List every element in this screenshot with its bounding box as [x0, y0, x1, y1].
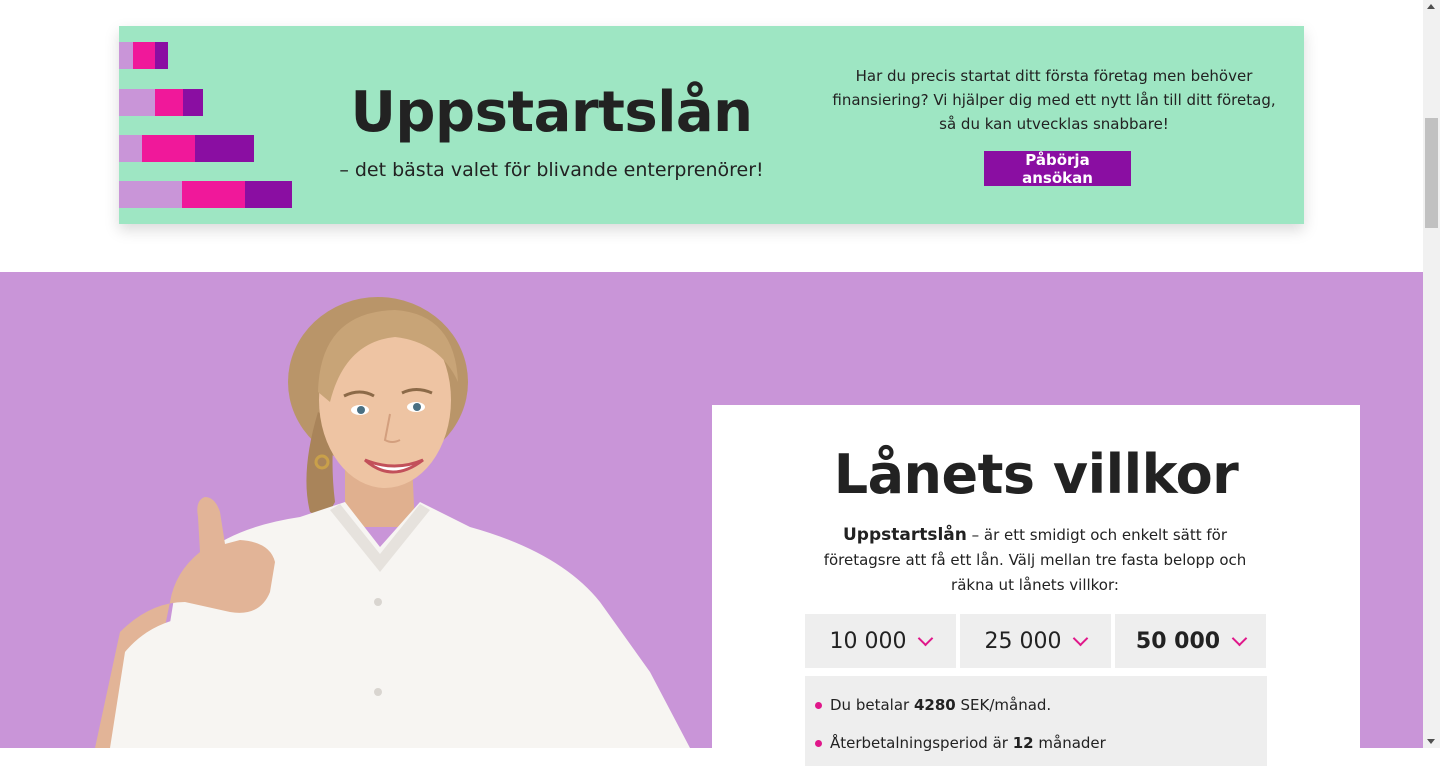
card-description-bold: Uppstartslån	[842, 525, 967, 545]
scroll-up-arrow-icon[interactable]	[1427, 4, 1435, 9]
monthly-prefix: Du betalar	[830, 696, 910, 714]
loan-terms-card: Lånets villkor Uppstartslån – är ett smi…	[712, 405, 1360, 766]
period-suffix: månader	[1038, 734, 1106, 752]
monthly-payment-row: Du betalar 4280 SEK/månad.	[815, 696, 1051, 714]
card-description: Uppstartslån – är ett smidigt och enkelt…	[810, 523, 1260, 598]
period-value: 12	[1012, 734, 1034, 752]
promo-banner: Uppstartslån – det bästa valet för bliva…	[119, 26, 1304, 224]
chevron-down-icon	[1231, 630, 1248, 646]
amount-option-25000[interactable]: 25 000	[960, 614, 1111, 668]
chevron-down-icon	[1073, 630, 1089, 646]
monthly-suffix: SEK/månad.	[960, 696, 1052, 714]
page-scrollbar[interactable]	[1423, 0, 1440, 748]
banner-title: Uppstartslån	[350, 80, 753, 145]
scroll-down-arrow-icon[interactable]	[1427, 739, 1435, 744]
hero-section: Lånets villkor Uppstartslån – är ett smi…	[0, 272, 1423, 766]
banner-description: Har du precis startat ditt första företa…	[832, 67, 1276, 133]
amount-option-10000[interactable]: 10 000	[805, 614, 956, 668]
scroll-thumb[interactable]	[1425, 118, 1438, 228]
banner-subtitle: – det bästa valet för blivande enterpren…	[339, 159, 764, 181]
amount-label: 10 000	[829, 628, 907, 654]
amount-selector: 10 000 25 000 50 000	[805, 614, 1266, 668]
repayment-period-row: Återbetalningsperiod är 12 månader	[815, 734, 1106, 752]
apply-button[interactable]: Påbörja ansökan	[984, 151, 1131, 187]
amount-option-50000[interactable]: 50 000	[1115, 614, 1266, 668]
bullet-icon	[815, 701, 822, 709]
hero-person-image	[0, 272, 720, 748]
bullet-icon	[815, 739, 822, 747]
chevron-down-icon	[918, 630, 934, 646]
amount-label: 25 000	[984, 628, 1062, 654]
period-prefix: Återbetalningsperiod är	[830, 734, 1008, 752]
loan-info-box: Du betalar 4280 SEK/månad. Återbetalning…	[805, 676, 1267, 766]
card-title: Lånets villkor	[833, 443, 1239, 506]
amount-label: 50 000	[1135, 628, 1221, 654]
monthly-amount: 4280	[913, 696, 956, 714]
